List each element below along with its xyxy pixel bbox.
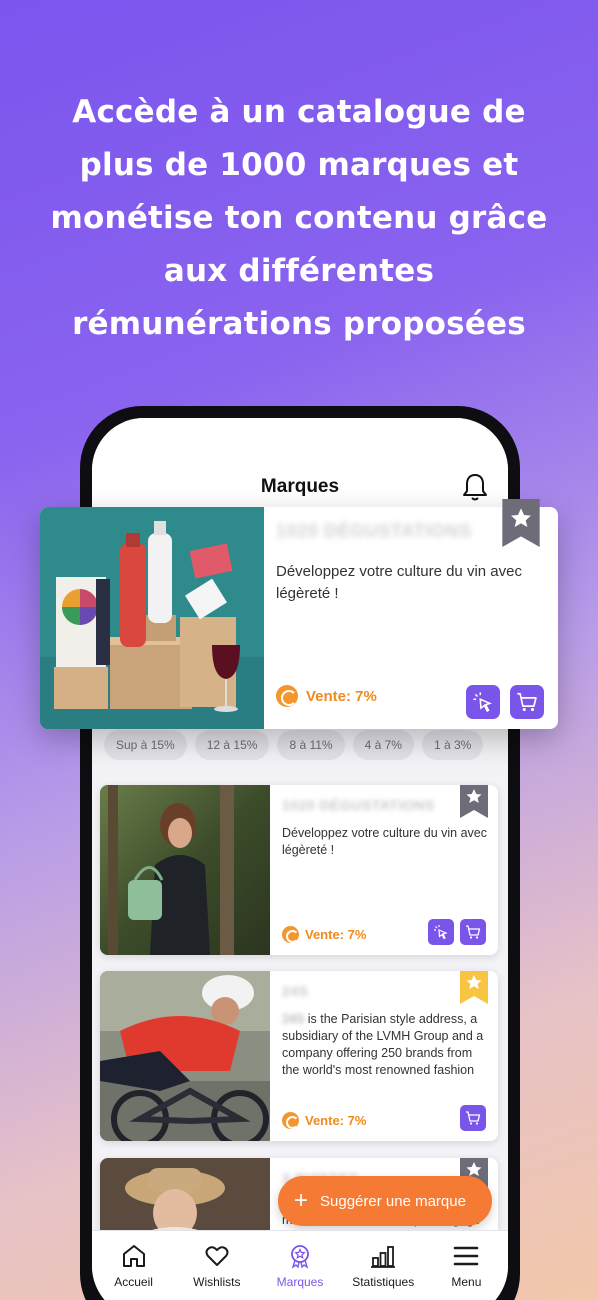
brand-card[interactable]: 24S 24S is the Parisian style address, a…: [100, 971, 498, 1141]
page-title: Marques: [260, 476, 340, 497]
tab-marques[interactable]: Marques: [258, 1231, 341, 1300]
bar-chart-icon: [371, 1246, 396, 1268]
tab-label: Statistiques: [352, 1275, 415, 1289]
sale-commission: Vente: 7%: [276, 685, 377, 707]
bottom-tab-bar: Accueil Wishlists Marques Statistiques M…: [92, 1230, 508, 1300]
featured-brand-card[interactable]: 1020 DÉGUSTATIONS Développez votre cultu…: [40, 499, 558, 729]
suggest-brand-label: Suggérer une marque: [320, 1192, 466, 1210]
filter-chips: Sup à 15% 12 à 15% 8 à 11% 4 à 7% 1 à 3%: [104, 730, 484, 760]
coin-icon: [282, 1112, 299, 1129]
tab-label: Accueil: [114, 1275, 153, 1289]
sale-commission: Vente: 7%: [282, 926, 366, 943]
coin-icon: [276, 685, 298, 707]
tab-statistiques[interactable]: Statistiques: [342, 1231, 425, 1300]
brand-name: 1020 DÉGUSTATIONS: [276, 521, 472, 541]
badge-icon: [291, 1245, 309, 1269]
cursor-click-icon: [434, 925, 448, 940]
heart-icon: [205, 1246, 229, 1266]
bookmark-icon[interactable]: [460, 785, 488, 818]
filter-chip[interactable]: 12 à 15%: [194, 730, 270, 760]
featured-brand-image: [40, 507, 264, 729]
cart-button[interactable]: [510, 685, 544, 719]
suggest-brand-button[interactable]: + Suggérer une marque: [278, 1176, 492, 1226]
headline: Accède à un catalogue de plus de 1000 ma…: [50, 94, 548, 342]
sale-label: Vente: 7%: [305, 927, 367, 942]
bookmark-icon[interactable]: [502, 499, 540, 547]
link-button[interactable]: [466, 685, 500, 719]
brand-description: 24S is the Parisian style address, a sub…: [282, 1011, 487, 1079]
tab-wishlists[interactable]: Wishlists: [175, 1231, 258, 1300]
tab-label: Marques: [276, 1275, 324, 1289]
cart-icon: [466, 1111, 481, 1125]
sale-label: Vente: 7%: [305, 1113, 367, 1128]
filter-chip[interactable]: Sup à 15%: [104, 730, 187, 760]
tab-menu[interactable]: Menu: [425, 1231, 508, 1300]
tab-accueil[interactable]: Accueil: [92, 1231, 175, 1300]
bookmark-icon[interactable]: [460, 971, 488, 1004]
brand-image: [100, 971, 270, 1141]
brand-name: 24S: [282, 983, 309, 999]
menu-icon: [454, 1246, 479, 1266]
filter-chip[interactable]: 1 à 3%: [421, 730, 484, 760]
brand-name: 1020 DÉGUSTATIONS: [282, 797, 435, 813]
cursor-click-icon: [473, 692, 493, 712]
brand-description: Développez votre culture du vin avec lég…: [276, 563, 522, 602]
plus-icon: +: [294, 1187, 309, 1214]
brand-card[interactable]: 1020 DÉGUSTATIONS Développez votre cultu…: [100, 785, 498, 955]
sale-commission: Vente: 7%: [282, 1112, 366, 1129]
brand-description: Développez votre culture du vin avec lég…: [282, 826, 487, 857]
tab-label: Menu: [451, 1275, 482, 1289]
filter-chip[interactable]: 4 à 7%: [352, 730, 414, 760]
home-icon: [122, 1245, 145, 1267]
cart-button[interactable]: [460, 919, 486, 945]
sale-label: Vente: 7%: [306, 687, 377, 705]
coin-icon: [282, 926, 299, 943]
cart-icon: [517, 692, 537, 712]
cart-button[interactable]: [460, 1105, 486, 1131]
description-text: is the Parisian style address, a subsidi…: [282, 1012, 484, 1077]
tab-label: Wishlists: [193, 1275, 241, 1289]
link-button[interactable]: [428, 919, 454, 945]
bell-icon[interactable]: [462, 472, 488, 502]
cart-icon: [466, 925, 481, 939]
blurred-brand: 24S: [282, 1012, 305, 1026]
brand-image: [100, 785, 270, 955]
filter-chip[interactable]: 8 à 11%: [277, 730, 345, 760]
